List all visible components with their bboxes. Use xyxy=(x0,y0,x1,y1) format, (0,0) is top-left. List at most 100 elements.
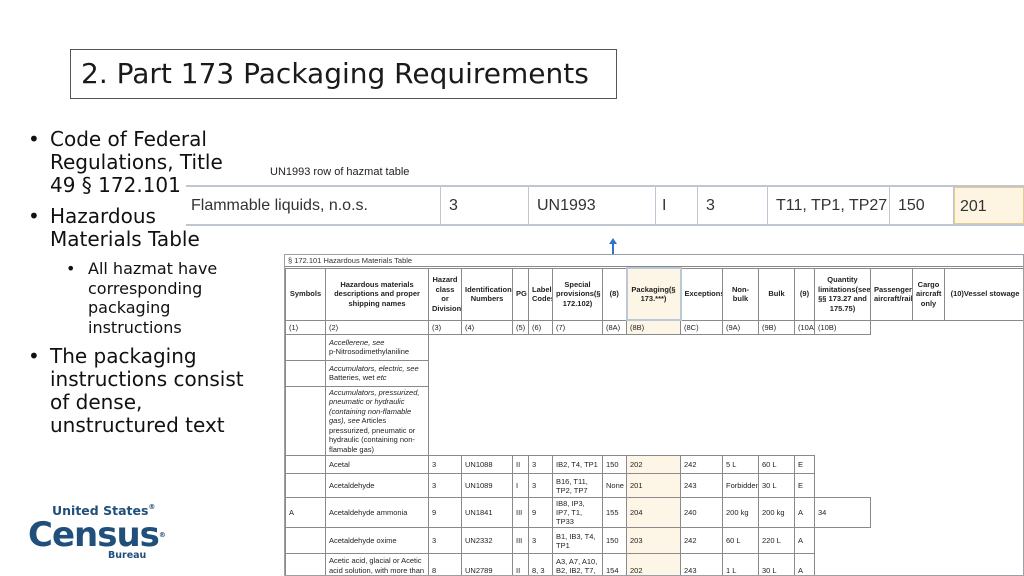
table-cell: 242 xyxy=(680,455,723,474)
census-bureau-logo: United States® Census® Bureau xyxy=(28,503,166,561)
column-number: (8B) xyxy=(626,319,681,335)
empty-cell xyxy=(870,497,1023,528)
sub-bullet-item: All hazmat have corresponding packaging … xyxy=(66,259,248,337)
column-header: (10)Vessel stowage xyxy=(944,267,1023,321)
up-arrow-icon xyxy=(609,238,617,254)
column-header: (9) xyxy=(794,267,815,321)
table-cell: I xyxy=(512,473,529,498)
column-number: (9B) xyxy=(758,319,795,335)
table-cell: 60 L xyxy=(722,527,759,554)
table-cell: 150 xyxy=(602,455,627,474)
packaging-cell: 203 xyxy=(626,527,681,554)
table-cell xyxy=(285,473,326,498)
table-cell: UN1089 xyxy=(461,473,513,498)
table-cell: 60 L xyxy=(758,455,795,474)
un-row-cell: Flammable liquids, n.o.s. xyxy=(186,187,441,224)
empty-cell xyxy=(870,320,913,334)
table-cell: A xyxy=(285,497,326,528)
table-cell: 30 L xyxy=(758,473,795,498)
un-row-cell: 3 xyxy=(698,187,768,224)
empty-cell xyxy=(814,553,1023,575)
table-cell: B16, T11, TP2, TP7 xyxy=(552,473,603,498)
empty-cell xyxy=(814,473,1023,498)
un-row-cell: 3 xyxy=(441,187,529,224)
table-cell: UN1841 xyxy=(461,497,513,528)
column-number: (3) xyxy=(428,319,462,335)
table-cell: Acetaldehyde ammonia xyxy=(325,497,429,528)
column-number: (1) xyxy=(285,319,326,335)
column-header: Quantity limitations(see §§ 173.27 and 1… xyxy=(814,267,871,321)
table-cell: III xyxy=(512,527,529,554)
table-cell xyxy=(285,455,326,474)
table-cell: UN2789 xyxy=(461,553,513,575)
table-cell: Forbidden xyxy=(722,473,759,498)
table-cell: A3, A7, A10, B2, IB2, T7, TP2 xyxy=(552,553,603,575)
packaging-cell: 201 xyxy=(626,473,681,498)
un-row-cell: UN1993 xyxy=(529,187,656,224)
row-caption: UN1993 row of hazmat table xyxy=(270,166,410,178)
table-cell xyxy=(285,553,326,575)
column-number-row: (1) (2) (3) (4) (5) (6) (7) (8A) (8B) (8… xyxy=(285,319,1023,335)
column-header: Passenger aircraft/rail xyxy=(870,267,913,321)
column-number: (10A) xyxy=(794,319,815,335)
table-row: Acetal 3 UN1088 II 3 IB2, T4, TP1 150 20… xyxy=(285,455,1023,474)
hazmat-table-screenshot: § 172.101 Hazardous Materials Table Symb… xyxy=(284,254,1024,576)
bullet-item: The packaging instructions consist of de… xyxy=(28,345,248,437)
table-cell: 3 xyxy=(528,455,553,474)
table-cell: 3 xyxy=(428,455,462,474)
packaging-cell: 202 xyxy=(626,455,681,474)
column-number: (8C) xyxy=(680,319,723,335)
packaging-cell: 204 xyxy=(626,497,681,528)
table-cell: Acetaldehyde xyxy=(325,473,429,498)
table-row: A Acetaldehyde ammonia 9 UN1841 III 9 IB… xyxy=(285,497,1023,528)
empty-cell xyxy=(912,320,945,334)
table-cell: Acetal xyxy=(325,455,429,474)
table-row: Acetic acid, glacial or Acetic acid solu… xyxy=(285,553,1023,575)
column-header: (8) xyxy=(602,267,627,321)
hazmat-table: Symbols Hazardous materials descriptions… xyxy=(285,267,1023,575)
column-number: (6) xyxy=(528,319,553,335)
column-number: (4) xyxy=(461,319,513,335)
table-cell: 150 xyxy=(602,527,627,554)
bullet-list: Code of Federal Regulations, Title 49 § … xyxy=(28,128,248,445)
hazmat-table-title: § 172.101 Hazardous Materials Table xyxy=(285,255,1023,267)
symbol-cell xyxy=(285,333,326,361)
table-cell: 3 xyxy=(528,527,553,554)
column-number: (5) xyxy=(512,319,529,335)
column-header: Label Codes xyxy=(528,267,553,321)
table-cell: 3 xyxy=(428,527,462,554)
table-row: Accumulators, pressurized, pneumatic or … xyxy=(285,385,1023,456)
table-cell: 34 xyxy=(814,497,871,528)
table-cell: A xyxy=(794,527,815,554)
table-cell: B1, IB3, T4, TP1 xyxy=(552,527,603,554)
table-cell: 8 xyxy=(428,553,462,575)
table-cell: 8, 3 xyxy=(528,553,553,575)
table-cell: II xyxy=(512,455,529,474)
description-cell: Accumulators, pressurized, pneumatic or … xyxy=(325,385,429,456)
table-row: Acetaldehyde 3 UN1089 I 3 B16, T11, TP2,… xyxy=(285,473,1023,498)
un1993-row: Flammable liquids, n.o.s. 3 UN1993 I 3 T… xyxy=(186,185,1024,226)
table-cell: 3 xyxy=(528,473,553,498)
empty-cell xyxy=(814,455,1023,474)
table-cell xyxy=(285,527,326,554)
column-number: (7) xyxy=(552,319,603,335)
table-cell: 243 xyxy=(680,553,723,575)
column-header: PG xyxy=(512,267,529,321)
column-header: Cargo aircraft only xyxy=(912,267,945,321)
table-cell: III xyxy=(512,497,529,528)
column-number: (10B) xyxy=(814,319,871,335)
symbol-cell xyxy=(285,385,326,456)
table-cell: 243 xyxy=(680,473,723,498)
table-cell: II xyxy=(512,553,529,575)
un-row-cell: 150 xyxy=(890,187,954,224)
table-cell: 9 xyxy=(428,497,462,528)
column-header: Identification Numbers xyxy=(461,267,513,321)
table-cell: 155 xyxy=(602,497,627,528)
un-row-cell-highlighted: 201 xyxy=(954,187,1024,224)
table-row: Accumulators, electric, see Batteries, we… xyxy=(285,359,1023,387)
column-header: Special provisions(§ 172.102) xyxy=(552,267,603,321)
table-cell: 3 xyxy=(428,473,462,498)
table-row: Accellerene, see p-Nitrosodimethylaniline xyxy=(285,333,1023,361)
table-cell: IB2, T4, TP1 xyxy=(552,455,603,474)
table-header-row: Symbols Hazardous materials descriptions… xyxy=(285,267,1023,321)
